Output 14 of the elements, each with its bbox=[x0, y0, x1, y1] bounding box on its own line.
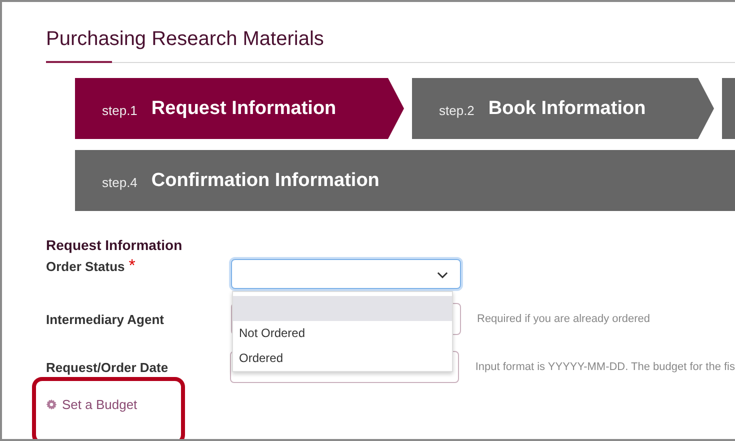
field-label: Order Status bbox=[46, 259, 125, 274]
field-label: Intermediary Agent bbox=[46, 312, 164, 326]
step-number: step.2 bbox=[439, 102, 474, 118]
field-hint: Required if you are already ordered bbox=[477, 313, 650, 325]
step-label: Book Information bbox=[488, 98, 646, 120]
section-title: Request Information bbox=[46, 237, 184, 253]
page-title: Purchasing Research Materials bbox=[46, 27, 325, 52]
step-label: Request Information bbox=[151, 98, 336, 120]
required-mark: * bbox=[128, 259, 136, 273]
step-number: step.1 bbox=[102, 102, 138, 118]
field-hint: Input format is YYYYY-MM-DD. The budget for the fis bbox=[475, 361, 735, 373]
field-label: Request/Order Date bbox=[46, 360, 168, 374]
step-number: step.4 bbox=[102, 174, 138, 190]
step-label: Confirmation Information bbox=[151, 170, 380, 192]
